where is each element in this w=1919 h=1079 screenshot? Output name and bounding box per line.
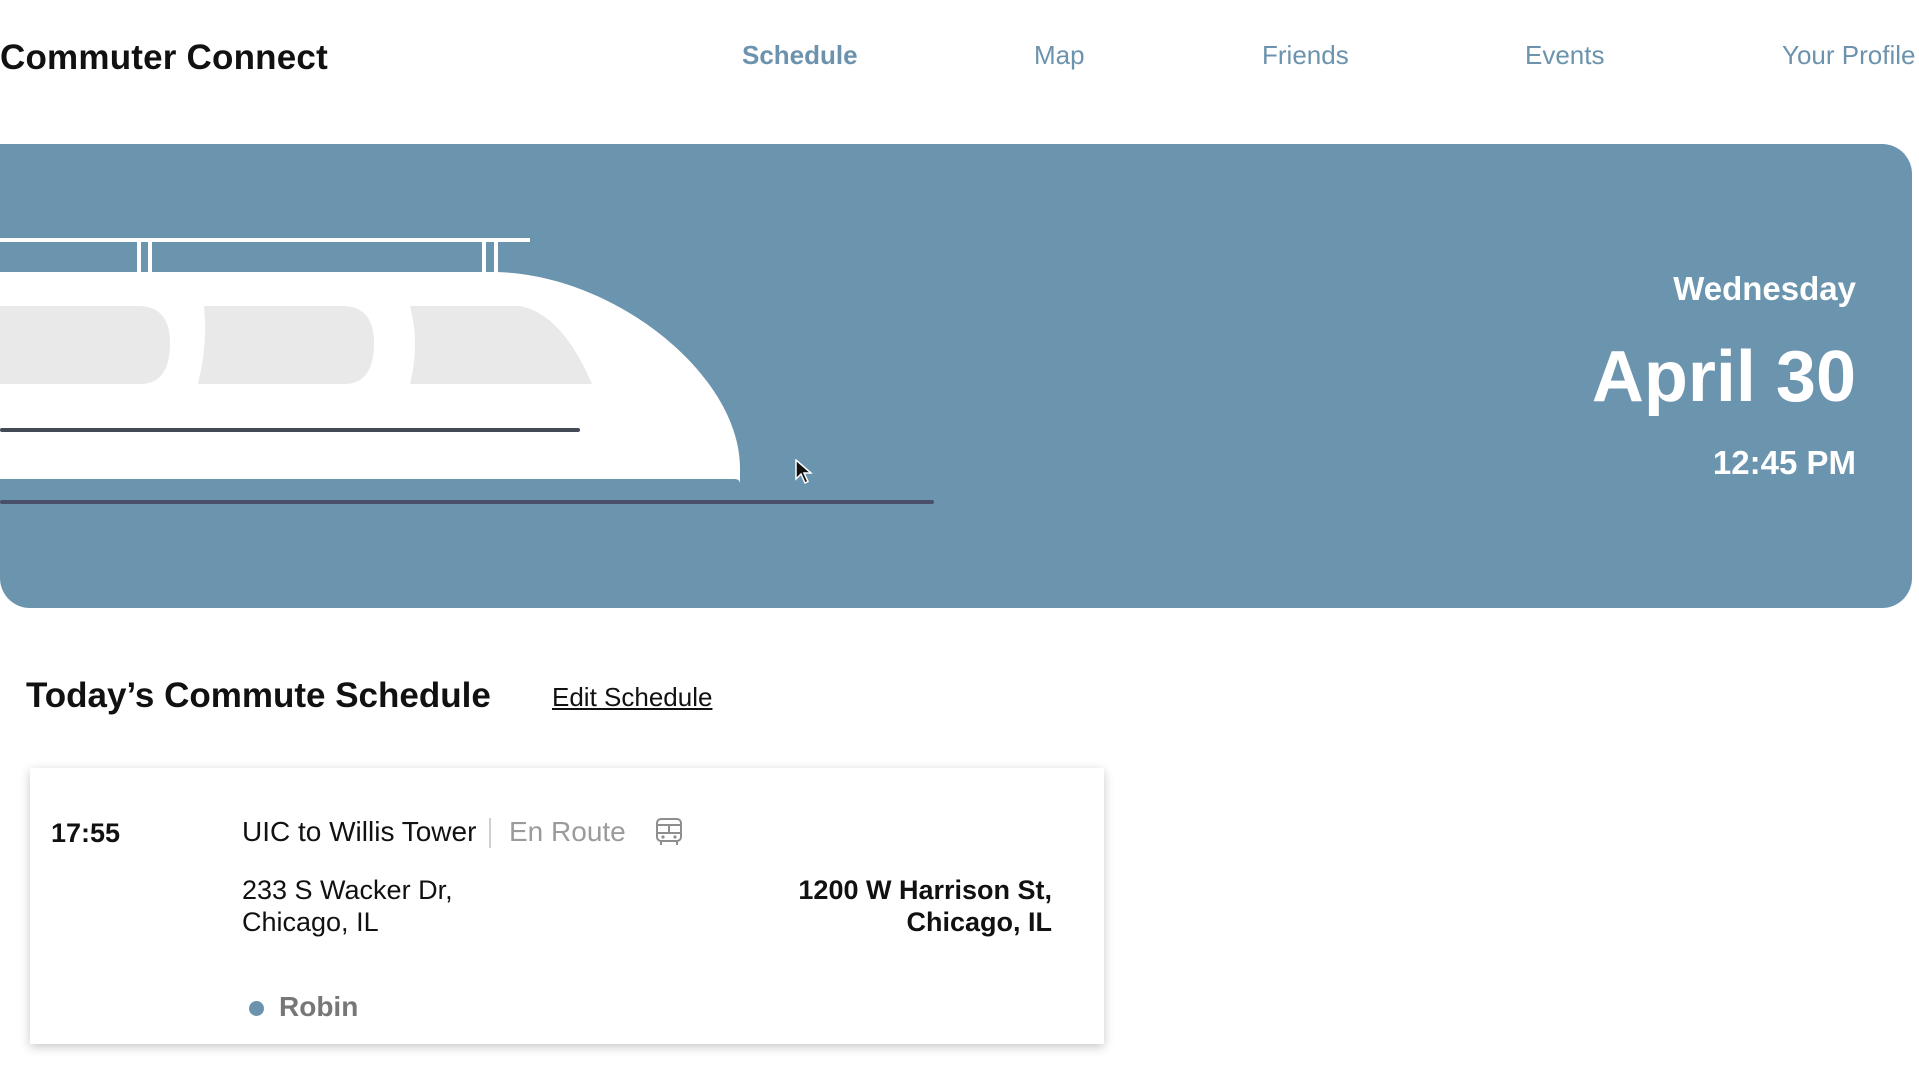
schedule-title: Today’s Commute Schedule	[26, 676, 491, 715]
nav-friends[interactable]: Friends	[1262, 40, 1349, 71]
nav-your-profile[interactable]: Your Profile	[1782, 40, 1915, 71]
main-nav: Schedule Map Friends Events Your Profile	[0, 40, 1919, 80]
route-divider	[489, 818, 491, 848]
bus-icon	[656, 818, 682, 845]
destination-address-line1: 1200 W Harrison St,	[798, 875, 1052, 905]
hero-day: Wednesday	[1673, 270, 1856, 307]
nav-events[interactable]: Events	[1525, 40, 1605, 71]
hero-date: April 30	[1591, 337, 1856, 417]
nav-map[interactable]: Map	[1034, 40, 1085, 71]
commute-time: 17:55	[51, 818, 121, 848]
rider-status-dot	[249, 1001, 264, 1016]
commute-status: En Route	[509, 816, 626, 847]
rider-name[interactable]: Robin	[279, 991, 358, 1023]
hero-time: 12:45 PM	[1712, 444, 1856, 481]
hero-banner: Wednesday April 30 12:45 PM	[0, 144, 1912, 608]
destination-address: 1200 W Harrison St, Chicago, IL	[798, 874, 1052, 938]
commute-route: UIC to Willis Tower	[242, 816, 477, 847]
train-icon	[0, 238, 934, 504]
nav-schedule[interactable]: Schedule	[742, 40, 858, 71]
origin-address-line2: Chicago, IL	[242, 907, 379, 937]
edit-schedule-link[interactable]: Edit Schedule	[552, 682, 712, 713]
destination-address-line2: Chicago, IL	[906, 907, 1052, 937]
commute-card[interactable]: 17:55 UIC to Willis Tower En Route 233 S…	[30, 768, 1104, 1044]
mouse-cursor-icon	[795, 459, 813, 485]
origin-address-line1: 233 S Wacker Dr,	[242, 875, 453, 905]
origin-address: 233 S Wacker Dr, Chicago, IL	[242, 874, 453, 938]
